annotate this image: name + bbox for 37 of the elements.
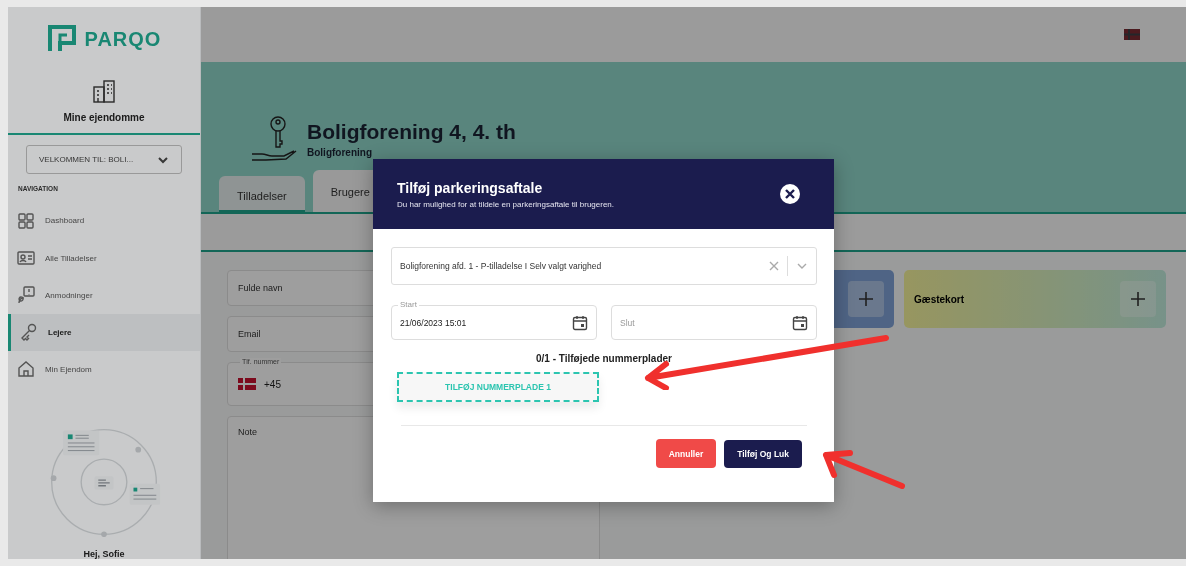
close-button[interactable]: [780, 184, 800, 204]
clear-icon: [769, 261, 779, 271]
tab[interactable]: Tilladelser: [219, 176, 305, 212]
request-icon: [17, 286, 35, 305]
dialog-subtitle: Du har mulighed for at tildele en parkeringsaftale til brugeren.: [397, 199, 614, 209]
greeting: Hej, Sofie: [83, 549, 125, 559]
add-button[interactable]: [848, 281, 884, 317]
add-and-close-button[interactable]: Tilføj Og Luk: [724, 440, 802, 468]
flag-icon: [238, 378, 256, 390]
page-title: Boligforening 4, 4. th: [307, 120, 516, 144]
logo-text: PARQO: [84, 27, 162, 51]
nav-item[interactable]: Min Ejendom: [8, 350, 200, 388]
calendar-icon: [572, 314, 588, 331]
nav-item[interactable]: Dashboard: [8, 202, 200, 240]
card-title: Gæstekort: [914, 293, 964, 305]
nav-item[interactable]: Anmodninger: [8, 276, 200, 314]
id-card-icon: [17, 249, 35, 268]
plates-heading: 0/1 - Tilføjede nummerplader: [535, 353, 673, 364]
page-subtitle: Boligforening: [307, 147, 373, 158]
grid-icon: [17, 212, 35, 230]
hand-key-icon: [249, 114, 299, 164]
plus-icon: [859, 292, 873, 306]
calendar-icon: [792, 314, 808, 331]
nav-item[interactable]: Alle Tilladelser: [8, 239, 200, 277]
add-button[interactable]: [1120, 281, 1156, 317]
agreement-select[interactable]: Boligforening afd. 1 - P-tilladelse I Selv valgt varighed: [391, 247, 817, 285]
cancel-button[interactable]: Annuller: [655, 439, 717, 468]
key-icon: [20, 323, 38, 342]
building-icon: [91, 78, 117, 105]
dialog-title: Tilføj parkeringsaftale: [397, 179, 544, 196]
plus-icon: [1131, 292, 1145, 306]
property-selector[interactable]: VELKOMMEN TIL: BOLI...: [26, 145, 182, 175]
property-label: Mine ejendomme: [63, 112, 145, 124]
nav-item[interactable]: Lejere: [8, 313, 200, 351]
flag-icon: [1124, 29, 1140, 40]
home-icon: [17, 360, 35, 379]
close-icon: [784, 188, 796, 200]
